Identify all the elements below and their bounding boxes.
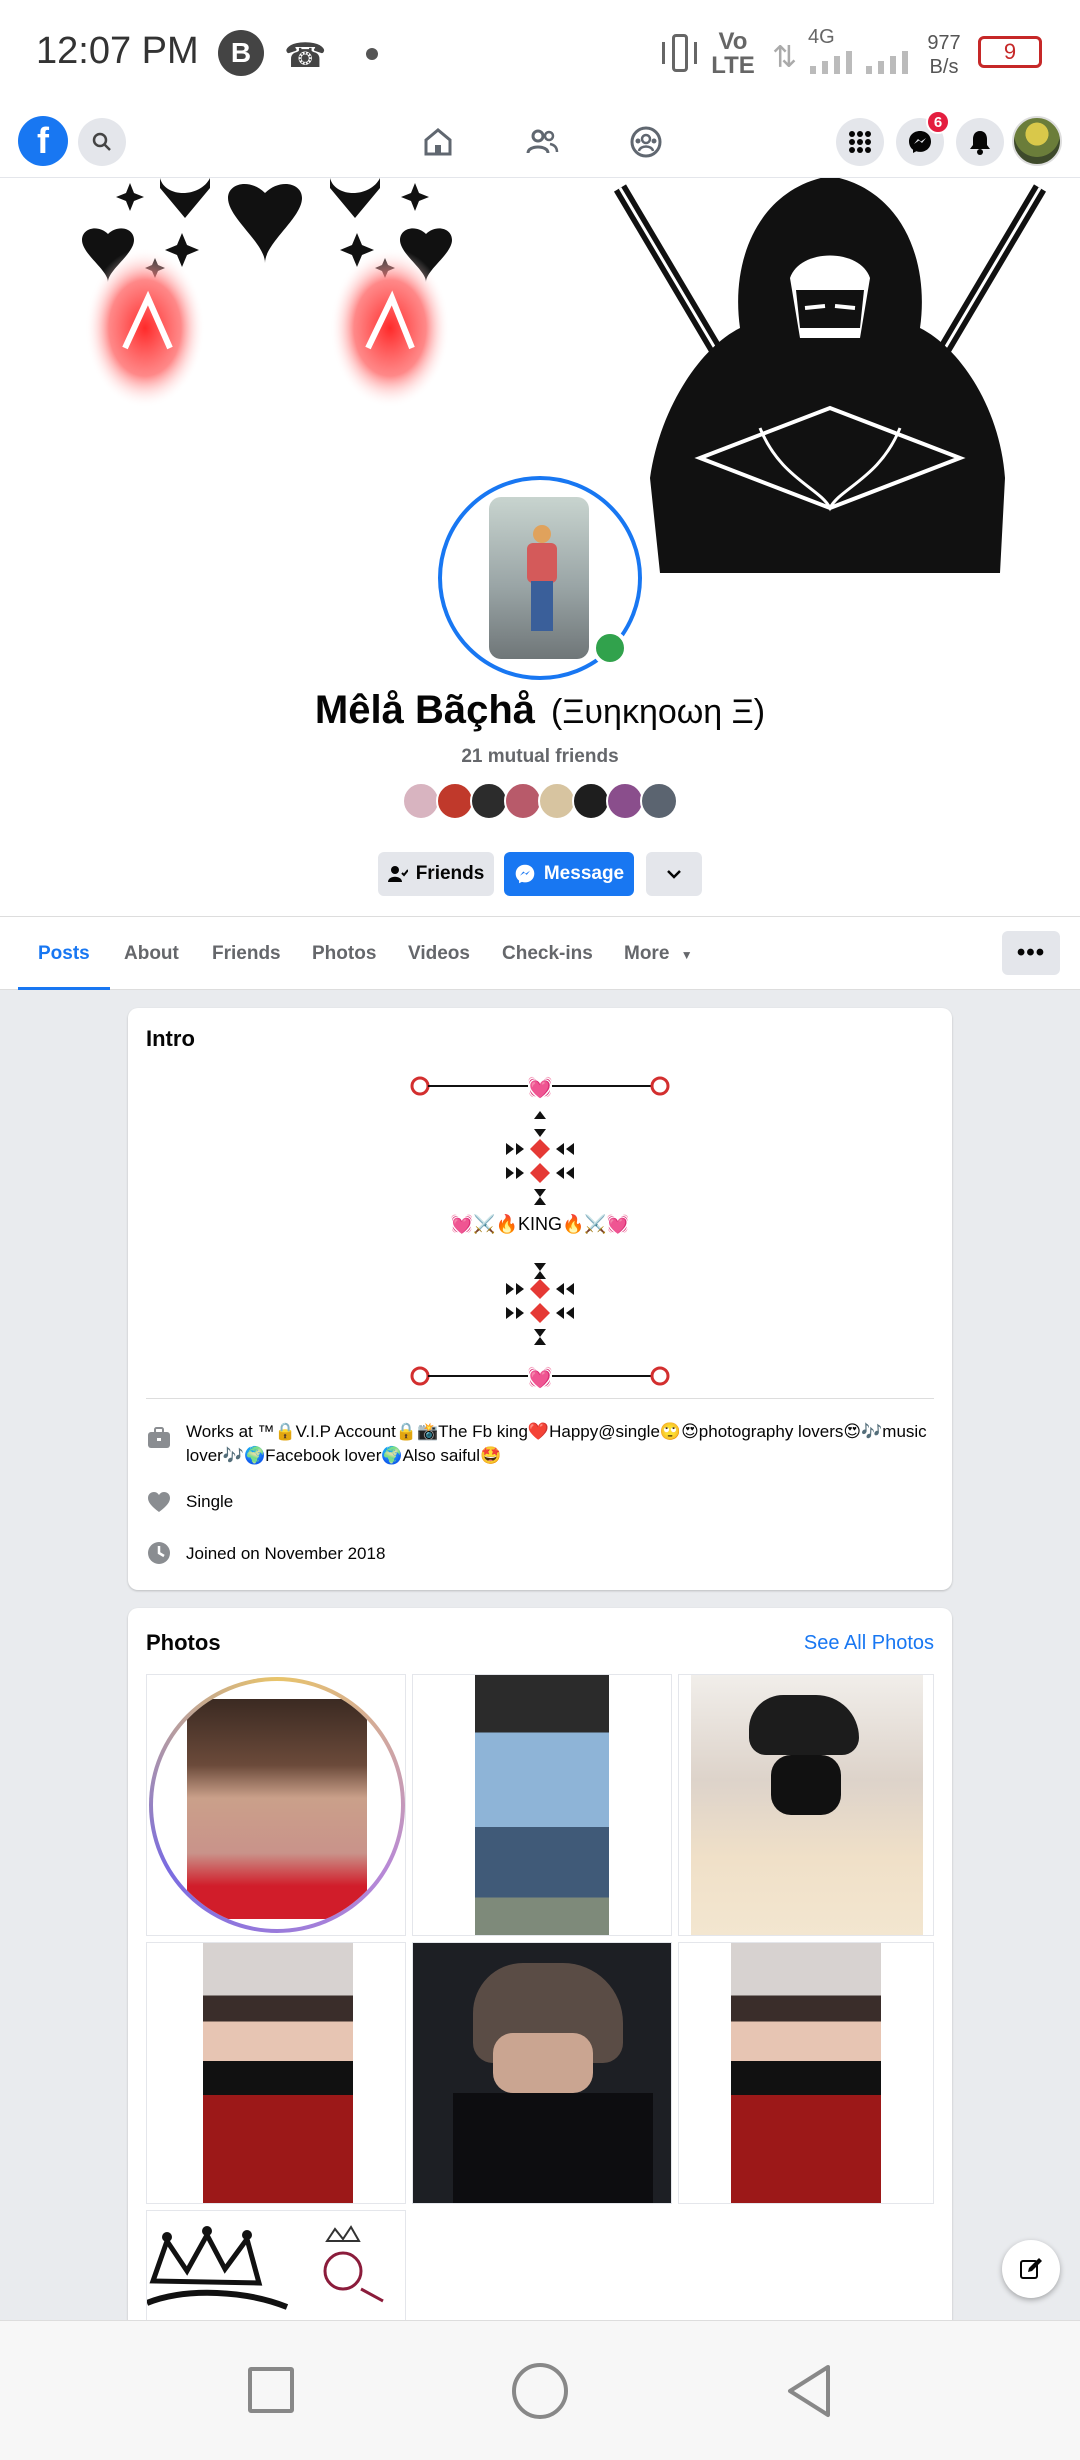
bio-text: 💓⚔️🔥KING🔥⚔️💓	[450, 1214, 630, 1234]
tab-videos[interactable]: Videos	[408, 917, 470, 991]
photo-thumbnail[interactable]	[412, 1674, 672, 1936]
tab-posts[interactable]: Posts	[18, 917, 110, 991]
photo-thumbnail[interactable]	[678, 1942, 934, 2204]
status-bar: 12:07 PM B ☎ Vo LTE ⇅ 4G 977 B/s 9	[0, 0, 1080, 108]
edit-icon	[1020, 2258, 1042, 2279]
tab-more[interactable]: More ▼	[624, 917, 693, 991]
profile-nickname: (Ξυηκηοωη Ξ)	[551, 693, 766, 731]
svg-text:💓: 💓	[528, 1075, 553, 1099]
battery-level: 9	[1003, 39, 1017, 64]
back-button[interactable]	[784, 2363, 834, 2419]
clock-icon	[148, 1542, 170, 1564]
intro-card: Intro 💓 💓 💓⚔️🔥KING🔥⚔️💓 Works at ™🔒V.I.P …	[128, 1008, 952, 1590]
briefcase-icon	[148, 1427, 170, 1448]
photo-thumbnail[interactable]	[146, 2210, 406, 2338]
tabs-more-options-button[interactable]: •••	[1002, 931, 1060, 975]
messenger-icon	[515, 864, 535, 884]
tab-about[interactable]: About	[124, 917, 179, 991]
mutual-friend-avatar	[538, 782, 576, 820]
call-icon: ☎	[284, 37, 327, 75]
relationship-status: Single	[186, 1492, 234, 1511]
photos-title: Photos	[146, 1630, 221, 1655]
friends-button-label: Friends	[415, 863, 485, 884]
friends-button[interactable]: Friends	[378, 852, 494, 896]
signal-icon	[810, 44, 910, 74]
search-button[interactable]	[78, 118, 126, 166]
home-button[interactable]	[512, 2363, 568, 2419]
grid-menu-icon	[849, 131, 871, 153]
photo-thumbnail[interactable]	[678, 1674, 934, 1936]
profile-avatar-nav[interactable]	[1012, 116, 1062, 166]
friends-tab-icon[interactable]	[522, 124, 562, 160]
mutual-friend-avatar	[606, 782, 644, 820]
tab-friends[interactable]: Friends	[212, 917, 281, 991]
menu-button[interactable]	[836, 118, 884, 166]
joined-date: Joined on November 2018	[186, 1544, 386, 1563]
photo-thumbnail[interactable]	[146, 1674, 406, 1936]
top-navigation: f 6	[0, 108, 1080, 178]
intro-divider	[146, 1398, 934, 1399]
chevron-down-icon	[667, 870, 681, 879]
message-button-label: Message	[543, 863, 625, 884]
caret-down-icon: ▼	[680, 948, 693, 962]
net-speed-unit: B/s	[929, 56, 959, 78]
ellipsis-icon: •••	[1016, 939, 1046, 966]
battery-icon: 9	[978, 36, 1042, 68]
tab-more-label: More	[624, 943, 670, 964]
tab-photos[interactable]: Photos	[312, 917, 376, 991]
see-all-photos-link[interactable]: See All Photos	[804, 1632, 934, 1655]
messenger-badge: 6	[926, 110, 950, 134]
mutual-friend-avatar	[640, 782, 678, 820]
profile-name: Mêlå Bãçhå	[314, 688, 536, 732]
mutual-friend-avatar	[572, 782, 610, 820]
heart-icon	[148, 1492, 170, 1512]
photos-card: Photos See All Photos	[128, 1608, 952, 2338]
home-tab-icon[interactable]	[418, 124, 458, 160]
volte-indicator: Vo LTE	[711, 28, 755, 79]
vibrate-icon	[662, 34, 698, 74]
messenger-icon	[909, 131, 931, 153]
search-icon	[92, 132, 111, 151]
online-status-dot	[592, 630, 628, 666]
photo-thumbnail[interactable]	[146, 1942, 406, 2204]
net-speed-value: 977	[927, 32, 961, 54]
crown-logo-image	[147, 2225, 384, 2310]
bell-icon	[970, 131, 990, 155]
mutual-friend-avatar	[504, 782, 542, 820]
facebook-logo-icon[interactable]: f	[18, 116, 68, 166]
friend-check-icon	[387, 866, 408, 882]
status-time: 12:07 PM	[36, 30, 199, 72]
mutual-friend-avatar	[470, 782, 508, 820]
profile-name-row: Mêlå Bãçhå (Ξυηκηοωη Ξ)	[0, 688, 1080, 733]
notifications-button[interactable]	[956, 118, 1004, 166]
intro-title: Intro	[146, 1026, 195, 1051]
mutual-friend-avatar	[402, 782, 440, 820]
mutual-friends-count[interactable]: 21 mutual friends	[0, 746, 1080, 768]
photo-thumbnail[interactable]	[412, 1942, 672, 2204]
groups-tab-icon[interactable]	[626, 122, 666, 162]
svg-text:💓: 💓	[528, 1365, 553, 1389]
mutual-friend-avatar	[436, 782, 474, 820]
tab-check-ins[interactable]: Check-ins	[502, 917, 593, 991]
message-button[interactable]: Message	[504, 852, 634, 896]
compose-button[interactable]	[1002, 2240, 1060, 2298]
profile-tabs: Posts About Friends Photos Videos Check-…	[0, 916, 1080, 991]
recent-apps-button[interactable]	[248, 2367, 294, 2413]
system-navigation-bar	[0, 2320, 1080, 2460]
dot-icon	[366, 48, 378, 60]
b-app-icon: B	[218, 30, 264, 76]
work-info: Works at ™🔒V.I.P Account🔒📸The Fb king❤️H…	[186, 1422, 927, 1465]
data-arrows-icon: ⇅	[772, 41, 798, 74]
more-options-dropdown[interactable]	[646, 852, 702, 896]
